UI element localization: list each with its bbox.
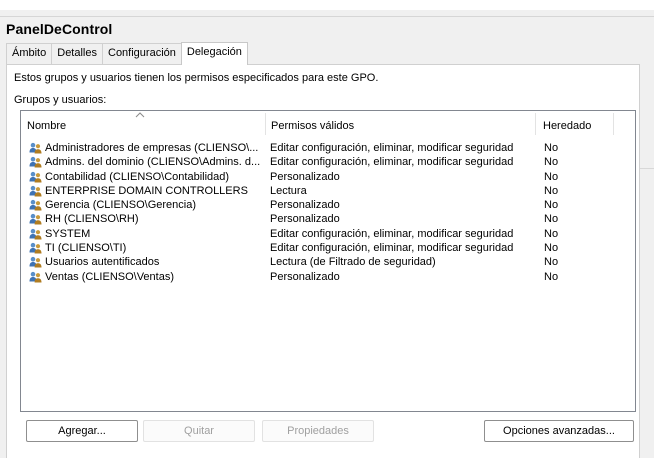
add-button[interactable]: Agregar... (26, 420, 138, 442)
user-group-icon (29, 185, 42, 197)
cell-inherited: No (544, 156, 559, 169)
row-name-text: Ventas (CLIENSO\Ventas) (45, 270, 175, 283)
cell-permissions: Editar configuración, eliminar, modifica… (270, 227, 514, 240)
list-header: Nombre Permisos válidos Heredado (21, 111, 635, 137)
table-row[interactable]: Usuarios autentificados Lectura (de Filtr… (21, 255, 635, 269)
cell-permissions: Lectura (270, 184, 307, 197)
cell-permissions: Editar configuración, eliminar, modifica… (270, 142, 514, 154)
list-rows: Administradores de empresas (CLIENSO\...… (21, 141, 635, 284)
row-name-text: ENTERPRISE DOMAIN CONTROLLERS (45, 184, 248, 197)
cell-permissions: Personalizado (270, 199, 340, 212)
cell-inherited: No (544, 170, 559, 183)
header-divider (0, 16, 654, 17)
cell-inherited: No (544, 270, 559, 283)
row-name-text: Administradores de empresas (CLIENSO\... (45, 142, 259, 154)
remove-button[interactable]: Quitar (143, 420, 255, 442)
groups-users-list[interactable]: Nombre Permisos válidos Heredado Adminis… (20, 110, 636, 412)
table-row[interactable]: Ventas (CLIENSO\Ventas) Personalizado No (21, 270, 635, 284)
cell-name: Contabilidad (CLIENSO\Contabilidad) (29, 170, 265, 184)
user-group-icon (29, 156, 42, 168)
tab-detalles[interactable]: Detalles (51, 43, 103, 64)
cell-inherited: No (544, 142, 559, 154)
row-name-text: Contabilidad (CLIENSO\Contabilidad) (45, 170, 230, 183)
cell-permissions: Lectura (de Filtrado de seguridad) (270, 256, 436, 269)
window-edge (640, 168, 654, 169)
cell-permissions: Editar configuración, eliminar, modifica… (270, 242, 514, 255)
column-divider[interactable] (613, 113, 614, 135)
user-group-icon (29, 213, 42, 225)
table-row[interactable]: ENTERPRISE DOMAIN CONTROLLERS Lectura No (21, 184, 635, 198)
cell-inherited: No (544, 256, 559, 269)
table-row[interactable]: Administradores de empresas (CLIENSO\...… (21, 141, 635, 155)
delegation-description: Estos grupos y usuarios tienen los permi… (14, 72, 379, 84)
cell-name: Administradores de empresas (CLIENSO\... (29, 141, 265, 155)
row-name-text: TI (CLIENSO\TI) (45, 242, 127, 255)
user-group-icon (29, 142, 42, 154)
row-name-text: Usuarios autentificados (45, 256, 160, 269)
row-name-text: Admins. del dominio (CLIENSO\Admins. d..… (45, 156, 261, 169)
properties-button[interactable]: Propiedades (262, 420, 374, 442)
row-name-text: SYSTEM (45, 227, 91, 240)
cell-name: Usuarios autentificados (29, 255, 265, 269)
tab-configuracion[interactable]: Configuración (102, 43, 182, 64)
user-group-icon (29, 271, 42, 283)
cell-permissions: Personalizado (270, 213, 340, 226)
gpo-window: PanelDeControl Ámbito Detalles Configura… (0, 0, 654, 458)
top-strip (0, 0, 654, 10)
page-title: PanelDeControl (6, 21, 113, 37)
cell-inherited: No (544, 213, 559, 226)
cell-name: TI (CLIENSO\TI) (29, 241, 265, 255)
table-row[interactable]: Admins. del dominio (CLIENSO\Admins. d..… (21, 155, 635, 169)
column-header-name[interactable]: Nombre (21, 111, 265, 137)
cell-name: Ventas (CLIENSO\Ventas) (29, 270, 265, 284)
groups-users-label: Grupos y usuarios: (14, 94, 107, 106)
user-group-icon (29, 228, 42, 240)
row-name-text: RH (CLIENSO\RH) (45, 213, 139, 226)
user-group-icon (29, 171, 42, 183)
cell-permissions: Editar configuración, eliminar, modifica… (270, 156, 514, 169)
user-group-icon (29, 256, 42, 268)
cell-permissions: Personalizado (270, 170, 340, 183)
user-group-icon (29, 199, 42, 211)
table-row[interactable]: SYSTEM Editar configuración, eliminar, mo… (21, 227, 635, 241)
table-row[interactable]: TI (CLIENSO\TI) Editar configuración, eli… (21, 241, 635, 255)
cell-inherited: No (544, 184, 559, 197)
cell-inherited: No (544, 227, 559, 240)
column-header-inherited[interactable]: Heredado (537, 111, 614, 137)
column-header-permissions[interactable]: Permisos válidos (265, 111, 535, 137)
row-name-text: Gerencia (CLIENSO\Gerencia) (45, 199, 196, 212)
tab-ambito[interactable]: Ámbito (6, 43, 53, 64)
column-divider[interactable] (535, 113, 536, 135)
cell-name: ENTERPRISE DOMAIN CONTROLLERS (29, 184, 265, 198)
cell-name: SYSTEM (29, 227, 265, 241)
advanced-options-button[interactable]: Opciones avanzadas... (484, 420, 634, 442)
tab-bar: Ámbito Detalles Configuración Delegación (6, 42, 248, 65)
cell-name: RH (CLIENSO\RH) (29, 212, 265, 226)
cell-inherited: No (544, 242, 559, 255)
cell-permissions: Personalizado (270, 270, 340, 283)
user-group-icon (29, 242, 42, 254)
cell-inherited: No (544, 199, 559, 212)
cell-name: Admins. del dominio (CLIENSO\Admins. d..… (29, 155, 265, 169)
table-row[interactable]: Gerencia (CLIENSO\Gerencia) Personalizado… (21, 198, 635, 212)
table-row[interactable]: RH (CLIENSO\RH) Personalizado No (21, 212, 635, 226)
table-row[interactable]: Contabilidad (CLIENSO\Contabilidad) Perso… (21, 170, 635, 184)
tab-delegacion[interactable]: Delegación (180, 42, 248, 65)
cell-name: Gerencia (CLIENSO\Gerencia) (29, 198, 265, 212)
